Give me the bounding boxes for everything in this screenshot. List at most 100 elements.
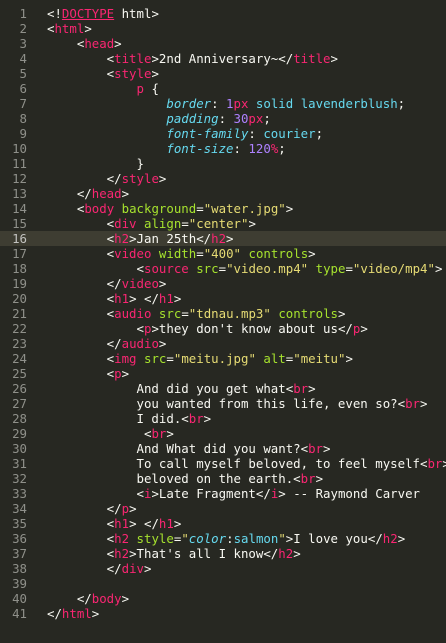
code-line[interactable]: 21 <audio src="tdnau.mp3" controls> [0, 306, 446, 321]
code-text: <body background="water.jpg"> [47, 201, 293, 216]
code-line[interactable]: 34 </p> [0, 501, 446, 516]
code-text: <div align="center"> [47, 216, 256, 231]
code-token: </ [47, 591, 92, 606]
code-token: : [218, 111, 234, 126]
code-token: </ [47, 336, 122, 351]
code-line[interactable]: 20 <h1> </h1> [0, 291, 446, 306]
code-line[interactable]: 3 <head> [0, 36, 446, 51]
code-line[interactable]: 16 <h2>Jan 25th</h2> [0, 231, 446, 246]
line-number: 5 [19, 66, 27, 81]
code-token: > [434, 261, 443, 276]
code-line[interactable]: 38 </div> [0, 561, 446, 576]
code-line[interactable]: 25 <p> [0, 366, 446, 381]
code-token: br [405, 396, 420, 411]
code-token: : [233, 141, 249, 156]
code-text: <i>Late Fragment</i> -- Raymond Carver [47, 486, 421, 501]
code-token: h1 [158, 291, 174, 306]
code-token: > [84, 21, 92, 36]
code-token: </ [47, 501, 122, 516]
code-line[interactable]: 13 </head> [0, 186, 446, 201]
code-token: br [151, 426, 167, 441]
code-token: 120 [248, 141, 271, 156]
code-line[interactable]: 19 </video> [0, 276, 446, 291]
code-line[interactable]: 33 <i>Late Fragment</i> -- Raymond Carve… [0, 486, 446, 501]
code-line[interactable]: 15 <div align="center"> [0, 216, 446, 231]
code-token: title [293, 51, 331, 66]
code-text: p { [47, 81, 159, 96]
code-line[interactable]: 8 padding: 30px; [0, 111, 446, 126]
code-line[interactable]: 28 I did.<br> [0, 411, 446, 426]
code-token: < [47, 246, 115, 261]
code-text: </html> [47, 606, 99, 621]
code-line[interactable]: 2 <html> [0, 21, 446, 36]
code-text: And What did you want?<br> [47, 441, 331, 456]
code-line[interactable]: 14 <body background="water.jpg"> [0, 201, 446, 216]
code-line[interactable]: 9 font-family: courier; [0, 126, 446, 141]
code-token: I did.< [47, 411, 189, 426]
code-line[interactable]: 5 <style> [0, 66, 446, 81]
code-editor[interactable]: 1 <!DOCTYPE html> 2 <html> 3 <head> 4 <title>… [0, 0, 446, 643]
code-token: " [278, 531, 286, 546]
code-text: <!DOCTYPE html> [47, 6, 159, 21]
line-number: 26 [12, 381, 27, 396]
code-token: style [121, 171, 159, 186]
code-token: > -- Raymond Carver [278, 486, 421, 501]
code-token: > [442, 456, 446, 471]
code-token: "meitu.jpg" [173, 351, 256, 366]
code-line[interactable]: 32 beloved on the earth.<br> [0, 471, 446, 486]
code-token: " [181, 531, 189, 546]
line-number: 33 [12, 486, 27, 501]
line-number: 18 [12, 261, 27, 276]
code-line[interactable]: 27 you wanted from this life, even so?<b… [0, 396, 446, 411]
code-token: < [47, 366, 115, 381]
code-line[interactable]: 36 <h2 style="color:salmon">I love you</… [0, 531, 446, 546]
code-line[interactable]: 4 <title>2nd Anniversary~</title> [0, 51, 446, 66]
code-token: >2nd Anniversary~</ [151, 51, 294, 66]
code-line[interactable]: 17 <video width="400" controls> [0, 246, 446, 261]
code-token: >they don't know about us</ [151, 321, 353, 336]
code-token: head [91, 186, 122, 201]
code-line[interactable]: 26 And did you get what<br> [0, 381, 446, 396]
code-token: = [345, 261, 353, 276]
code-line[interactable]: 23 </audio> [0, 336, 446, 351]
code-token: > [173, 291, 182, 306]
code-token: px [233, 96, 249, 111]
code-text: <audio src="tdnau.mp3" controls> [47, 306, 346, 321]
line-number: 28 [12, 411, 27, 426]
code-line[interactable]: 22 <p>they don't know about us</p> [0, 321, 446, 336]
code-line[interactable]: 6 p { [0, 81, 446, 96]
code-token: style [114, 66, 152, 81]
code-text: </audio> [47, 336, 167, 351]
code-line[interactable]: 11 } [0, 156, 446, 171]
code-token: : [211, 96, 227, 111]
code-token: ; [278, 141, 286, 156]
code-line[interactable]: 37 <h2>That's all I know</h2> [0, 546, 446, 561]
code-token: To call myself beloved, to feel myself< [47, 456, 428, 471]
line-number: 13 [12, 186, 27, 201]
code-line[interactable]: 30 And What did you want?<br> [0, 441, 446, 456]
code-token: < [47, 546, 115, 561]
code-token: > [293, 546, 301, 561]
code-token: > [315, 471, 324, 486]
code-line[interactable]: 35 <h1> </h1> [0, 516, 446, 531]
code-line[interactable]: 10 font-size: 120%; [0, 141, 446, 156]
code-text: border: 1px solid lavenderblush; [47, 96, 405, 111]
code-line[interactable]: 40 </body> [0, 591, 446, 606]
code-line[interactable]: 31 To call myself beloved, to feel mysel… [0, 456, 446, 471]
code-line[interactable]: 41 </html> [0, 606, 446, 621]
code-line[interactable]: 39 [0, 576, 446, 591]
code-token: < [47, 51, 115, 66]
code-token: = [218, 261, 227, 276]
code-token: > [308, 246, 316, 261]
code-token: < [47, 201, 85, 216]
code-line[interactable]: 24 <img src="meitu.jpg" alt="meitu"> [0, 351, 446, 366]
code-line[interactable]: 12 </style> [0, 171, 446, 186]
code-line[interactable]: 1 <!DOCTYPE html> [0, 6, 446, 21]
code-line[interactable]: 7 border: 1px solid lavenderblush; [0, 96, 446, 111]
code-line[interactable]: 29 <br> [0, 426, 446, 441]
code-line[interactable]: 18 <source src="video.mp4" type="video/m… [0, 261, 446, 276]
line-number: 3 [19, 36, 27, 51]
line-number: 11 [12, 156, 27, 171]
